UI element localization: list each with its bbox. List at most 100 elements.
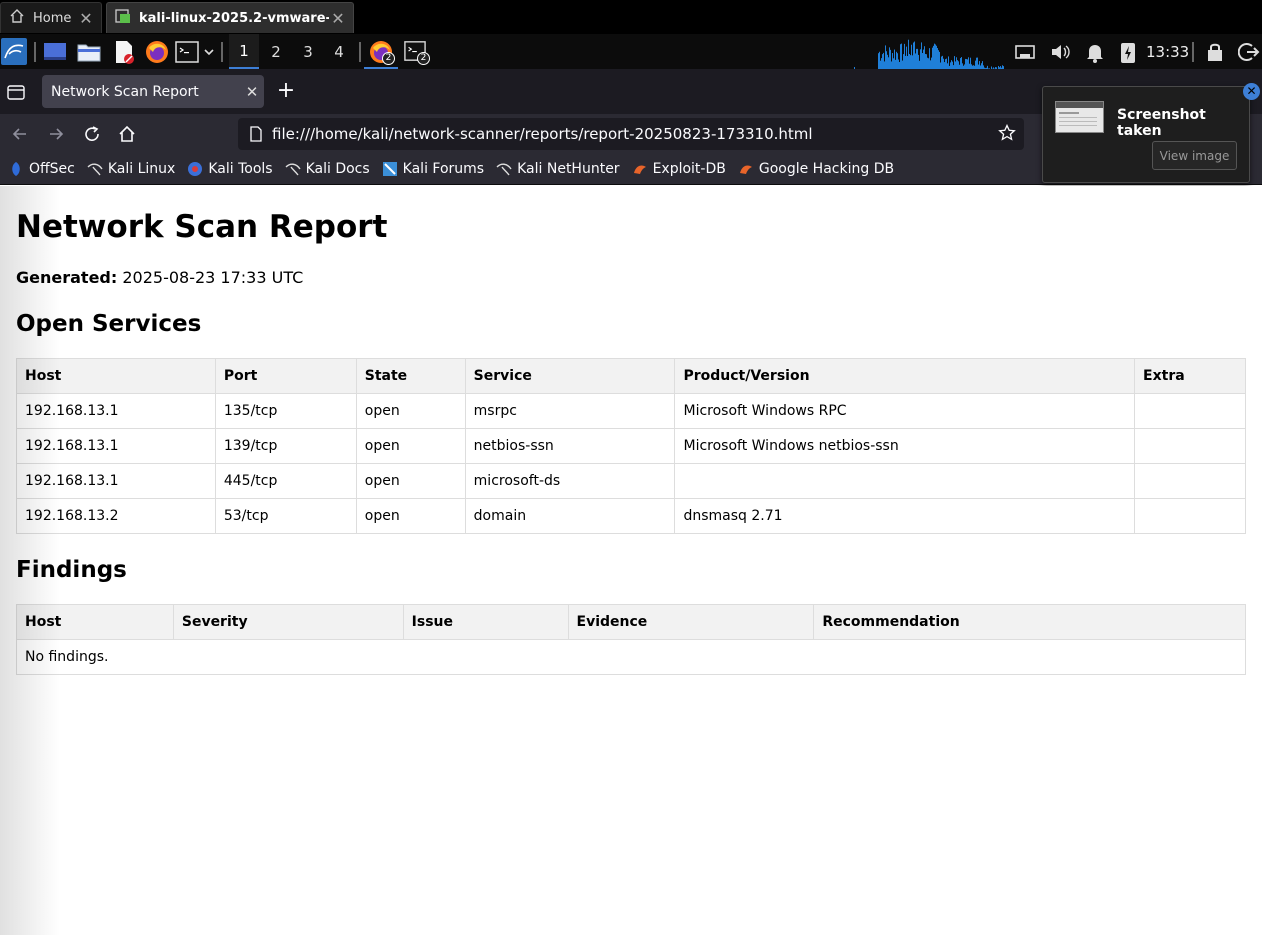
graph-bar xyxy=(913,42,914,69)
graph-bar xyxy=(931,57,932,69)
graph-bar xyxy=(936,45,937,69)
graph-bar xyxy=(925,53,926,69)
bookmark-exploit-db[interactable]: Exploit-DB xyxy=(632,161,726,177)
notification-title: Screenshot taken xyxy=(1117,107,1206,139)
vm-tab-kali-label: kali-linux-2025.2-vmware-a... xyxy=(139,10,329,26)
graph-bar xyxy=(951,60,952,69)
volume-icon[interactable] xyxy=(1049,40,1073,64)
panel-separator xyxy=(34,42,36,62)
taskbar-terminal[interactable]: 2 xyxy=(400,34,434,69)
workspace-3[interactable]: 3 xyxy=(293,34,323,69)
table-row: 192.168.13.1 135/tcp open msrpc Microsof… xyxy=(16,393,1246,429)
workspace-4[interactable]: 4 xyxy=(324,34,354,69)
cell-host: 192.168.13.2 xyxy=(16,498,216,534)
graph-bar xyxy=(882,54,883,69)
graph-bar xyxy=(929,48,930,69)
generated-line: Generated: 2025-08-23 17:33 UTC xyxy=(16,268,303,287)
file-icon xyxy=(248,126,264,146)
chevron-down-icon[interactable] xyxy=(202,40,216,64)
graph-bar xyxy=(946,58,947,69)
kali-forums-icon xyxy=(382,161,398,177)
workspace-2[interactable]: 2 xyxy=(261,34,291,69)
graph-bar xyxy=(967,59,968,69)
graph-bar xyxy=(944,62,945,69)
graph-bar xyxy=(897,53,898,69)
show-desktop-icon[interactable] xyxy=(43,40,67,64)
graph-bar xyxy=(923,49,924,69)
bookmark-kali-tools[interactable]: Kali Tools xyxy=(187,161,273,177)
cell-port: 53/tcp xyxy=(214,498,357,534)
graph-bar xyxy=(976,57,977,69)
bookmark-star-icon[interactable] xyxy=(998,123,1016,146)
bookmark-kali-forums[interactable]: Kali Forums xyxy=(382,161,484,177)
graph-bar xyxy=(880,60,881,69)
graph-bar xyxy=(896,51,897,69)
cell-product: Microsoft Windows RPC xyxy=(674,393,1136,429)
empty-findings-cell: No findings. xyxy=(16,639,1246,675)
cell-state: open xyxy=(355,498,466,534)
file-manager-icon[interactable] xyxy=(77,40,101,64)
table-row: No findings. xyxy=(16,639,1246,675)
bookmark-google-hacking-db[interactable]: Google Hacking DB xyxy=(738,161,894,177)
panel-clock[interactable]: 13:33 xyxy=(1146,34,1189,69)
graph-bar xyxy=(950,62,951,69)
vm-tab-home-label: Home xyxy=(33,10,72,26)
screenshot-notification[interactable]: Screenshot taken View image xyxy=(1042,86,1250,183)
vm-tab-kali[interactable]: kali-linux-2025.2-vmware-a... ✕ xyxy=(106,2,354,33)
view-image-button[interactable]: View image xyxy=(1152,141,1237,170)
taskbar-firefox[interactable]: 2 xyxy=(364,34,398,69)
kali-menu-icon[interactable] xyxy=(1,38,27,65)
close-icon[interactable]: ✕ xyxy=(1243,83,1260,100)
tab-list-icon[interactable] xyxy=(6,82,26,102)
findings-heading: Findings xyxy=(16,557,127,583)
cell-port: 135/tcp xyxy=(214,393,357,429)
cell-service: domain xyxy=(464,498,676,534)
close-icon[interactable]: ✕ xyxy=(240,83,264,101)
bookmark-label: Exploit-DB xyxy=(652,161,726,177)
vm-tab-home[interactable]: Home ✕ xyxy=(0,2,102,33)
network-monitor-graph xyxy=(854,39,1004,69)
graph-bar xyxy=(942,55,943,69)
graph-bar xyxy=(887,54,888,69)
bookmark-kali-linux[interactable]: Kali Linux xyxy=(87,161,175,177)
graph-bar xyxy=(878,53,879,69)
graph-bar xyxy=(921,42,922,69)
graph-bar xyxy=(889,47,890,69)
back-icon[interactable] xyxy=(8,122,32,146)
screenshot-thumbnail[interactable] xyxy=(1055,101,1104,133)
bookmark-kali-nethunter[interactable]: Kali NetHunter xyxy=(496,161,620,177)
graph-bar xyxy=(912,55,913,69)
tab-title: Network Scan Report xyxy=(51,83,199,100)
column-header: Issue xyxy=(402,604,569,640)
cell-host: 192.168.13.1 xyxy=(16,428,216,464)
text-editor-icon[interactable] xyxy=(112,40,136,64)
url-bar[interactable]: file:///home/kali/network-scanner/report… xyxy=(238,118,1024,150)
lock-screen-icon[interactable] xyxy=(1205,40,1229,64)
bookmark-offsec[interactable]: OffSec xyxy=(8,161,75,177)
column-header: Evidence xyxy=(567,604,815,640)
firefox-icon[interactable] xyxy=(145,40,169,64)
graph-bar xyxy=(922,52,923,69)
close-icon[interactable]: ✕ xyxy=(329,9,347,28)
cell-service: msrpc xyxy=(464,393,676,429)
workspace-1[interactable]: 1 xyxy=(229,34,259,69)
power-manager-icon[interactable] xyxy=(1118,40,1142,64)
bookmark-label: Kali Linux xyxy=(107,161,176,177)
new-tab-button[interactable]: + xyxy=(274,80,298,104)
table-row: 192.168.13.1 445/tcp open microsoft-ds xyxy=(16,463,1246,499)
terminal-icon[interactable] xyxy=(175,40,199,64)
column-header: Product/Version xyxy=(674,358,1136,394)
notifications-icon[interactable] xyxy=(1085,40,1109,64)
reload-icon[interactable] xyxy=(80,122,104,146)
graph-bar xyxy=(958,61,959,69)
graph-bar xyxy=(934,43,935,69)
forward-icon[interactable] xyxy=(44,122,68,146)
bookmark-kali-docs[interactable]: Kali Docs xyxy=(285,161,370,177)
home-icon[interactable] xyxy=(115,122,139,146)
tab-network-scan-report[interactable]: Network Scan Report ✕ xyxy=(42,75,264,108)
graph-bar xyxy=(965,58,966,69)
network-icon[interactable] xyxy=(1014,40,1038,64)
cell-product xyxy=(674,463,1136,499)
logout-icon[interactable] xyxy=(1237,40,1262,64)
close-icon[interactable]: ✕ xyxy=(77,9,95,28)
